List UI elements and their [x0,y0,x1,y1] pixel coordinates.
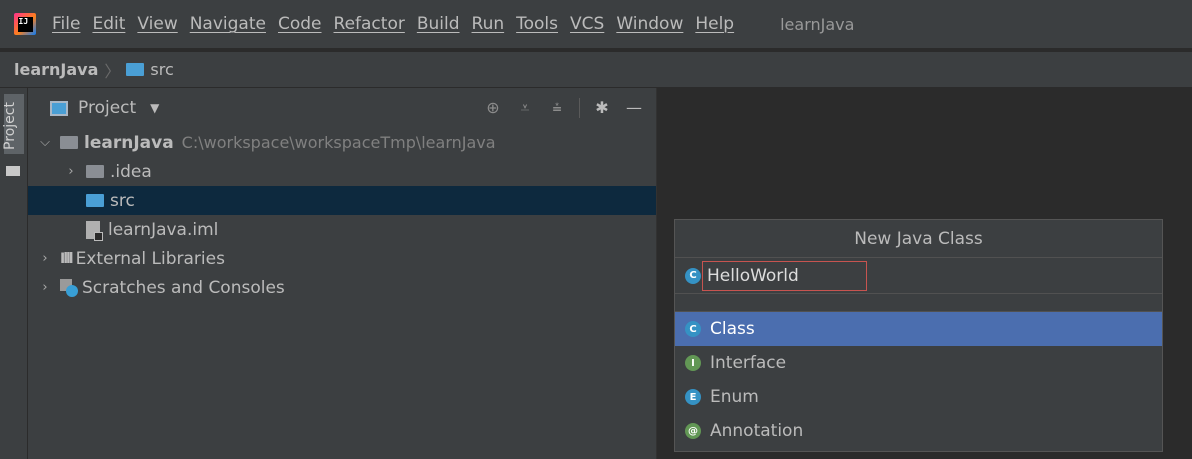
minimize-icon[interactable]: — [624,98,644,118]
menu-window[interactable]: Window [616,14,683,34]
scratches-icon [60,278,78,297]
annotation-icon: @ [685,423,701,439]
kind-item-annotation[interactable]: @ Annotation [675,414,1162,448]
chevron-down-icon[interactable]: ⌵ [38,135,52,150]
class-icon: C [685,267,701,284]
folder-icon [6,166,20,176]
tree-item-label: src [110,190,135,211]
locate-icon[interactable]: ⊕ [483,98,503,118]
chevron-right-icon[interactable]: › [38,251,52,266]
project-panel-toolbar: ⊕ ⩡ ⩮ ✱ — [471,98,644,118]
kind-item-label: Annotation [710,421,804,441]
new-java-class-dialog: New Java Class C C Class I Interface E E… [674,219,1163,452]
gear-icon[interactable]: ✱ [592,98,612,118]
kind-item-class[interactable]: C Class [675,312,1162,346]
expand-all-icon[interactable]: ⩡ [515,98,535,118]
toolbar-divider [579,98,580,118]
tree-item-iml[interactable]: › learnJava.iml [28,215,656,244]
tree-item-label: learnJava.iml [108,219,219,240]
tree-item-label: .idea [110,161,152,182]
enum-icon: E [685,389,701,405]
tree-item-path: C:\workspace\workspaceTmp\learnJava [181,133,496,152]
menu-refactor[interactable]: Refactor [334,14,405,34]
intellij-logo-icon: IJ [14,13,36,35]
menu-navigate[interactable]: Navigate [190,14,266,34]
kind-item-interface[interactable]: I Interface [675,346,1162,380]
kind-item-label: Class [710,319,755,339]
project-panel: Project ▼ ⊕ ⩡ ⩮ ✱ — ⌵ learnJava C:\works… [28,88,656,459]
library-icon: Illl [60,250,74,267]
tree-item-src[interactable]: › src [28,186,656,215]
menu-build[interactable]: Build [417,14,460,34]
kind-item-label: Interface [710,353,787,373]
menu-view[interactable]: View [137,14,177,34]
menu-help[interactable]: Help [695,14,734,34]
kind-item-label: Enum [710,387,759,407]
menu-bar: IJ File Edit View Navigate Code Refactor… [0,0,1192,48]
tree-item-learnjava[interactable]: ⌵ learnJava C:\workspace\workspaceTmp\le… [28,128,656,157]
dialog-title: New Java Class [675,220,1162,258]
tree-item-idea[interactable]: › .idea [28,157,656,186]
breadcrumb-src[interactable]: src [150,60,173,79]
logo-text: IJ [17,16,33,32]
module-folder-icon [60,136,78,149]
chevron-right-icon[interactable]: › [64,164,78,179]
kind-item-enum[interactable]: E Enum [675,380,1162,414]
menu-run[interactable]: Run [472,14,505,34]
menu-file[interactable]: File [52,14,80,34]
menu-edit[interactable]: Edit [92,14,125,34]
tree-item-external-libraries[interactable]: › Illl External Libraries [28,244,656,273]
project-view-selector[interactable]: Project [78,98,136,118]
tree-item-scratches[interactable]: › Scratches and Consoles [28,273,656,302]
class-name-row: C [675,258,1162,294]
collapse-all-icon[interactable]: ⩮ [547,98,567,118]
folder-icon [86,165,104,178]
interface-icon: I [685,355,701,371]
breadcrumb-project[interactable]: learnJava [14,60,98,79]
window-title: learnJava [780,14,855,34]
folder-icon [126,63,145,76]
tree-item-label: learnJava [84,132,174,153]
class-icon: C [685,321,701,337]
project-panel-header: Project ▼ ⊕ ⩡ ⩮ ✱ — [28,88,656,128]
breadcrumb-separator-icon: 〉 [104,61,121,81]
breadcrumb: learnJava 〉 src [0,52,1192,88]
tree-item-label: Scratches and Consoles [82,277,285,298]
menu-vcs[interactable]: VCS [570,14,604,34]
class-name-input[interactable] [702,260,867,291]
tree-item-label: External Libraries [75,248,225,269]
project-view-icon [50,100,68,116]
iml-file-icon [86,220,103,241]
project-tool-tab[interactable]: Project [1,94,24,154]
chevron-down-icon[interactable]: ▼ [150,101,159,115]
project-tool-tab-label: Project [1,102,18,150]
chevron-right-icon[interactable]: › [38,280,52,295]
tool-window-strip: Project [0,88,28,459]
dialog-separator [675,294,1162,312]
menu-code[interactable]: Code [278,14,322,34]
source-folder-icon [86,194,104,207]
menu-tools[interactable]: Tools [516,14,558,34]
